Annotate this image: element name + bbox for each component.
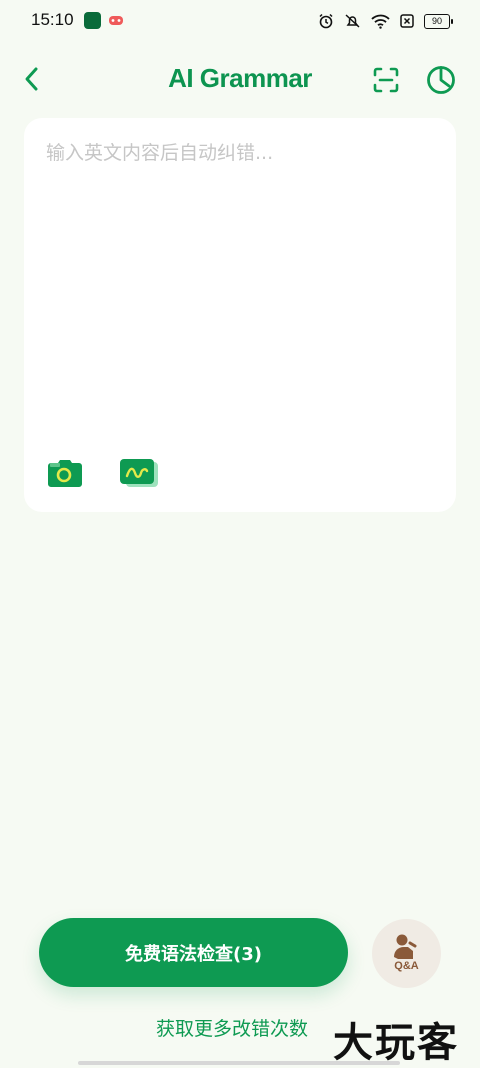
text-input[interactable] — [46, 138, 436, 438]
app-header: AI Grammar — [0, 55, 480, 105]
mute-icon — [345, 14, 360, 28]
sim-icon — [400, 14, 414, 28]
scan-icon[interactable] — [372, 66, 400, 94]
qa-label: Q&A — [394, 960, 419, 972]
status-bar: 15:10 90 — [0, 0, 480, 40]
qa-person-icon — [394, 934, 417, 959]
page-title: AI Grammar — [168, 63, 312, 93]
alarm-icon — [319, 13, 333, 29]
status-time: 15:10 — [31, 10, 74, 29]
handwriting-icon[interactable] — [120, 459, 158, 487]
grammar-check-button[interactable]: 免费语法检查(3) — [39, 918, 348, 987]
home-indicator[interactable] — [78, 1061, 400, 1065]
watermark-logo: 大玩客 — [333, 1019, 459, 1066]
battery-icon: 90 — [424, 13, 453, 29]
game-icon — [109, 16, 123, 25]
get-more-attempts-link[interactable]: 获取更多改错次数 — [156, 1014, 308, 1041]
qa-button[interactable]: Q&A — [372, 919, 441, 988]
oppo-app-icon — [84, 12, 101, 29]
camera-icon[interactable] — [48, 459, 82, 487]
history-icon[interactable] — [425, 64, 457, 96]
input-card — [24, 118, 456, 512]
wifi-icon — [371, 14, 390, 29]
